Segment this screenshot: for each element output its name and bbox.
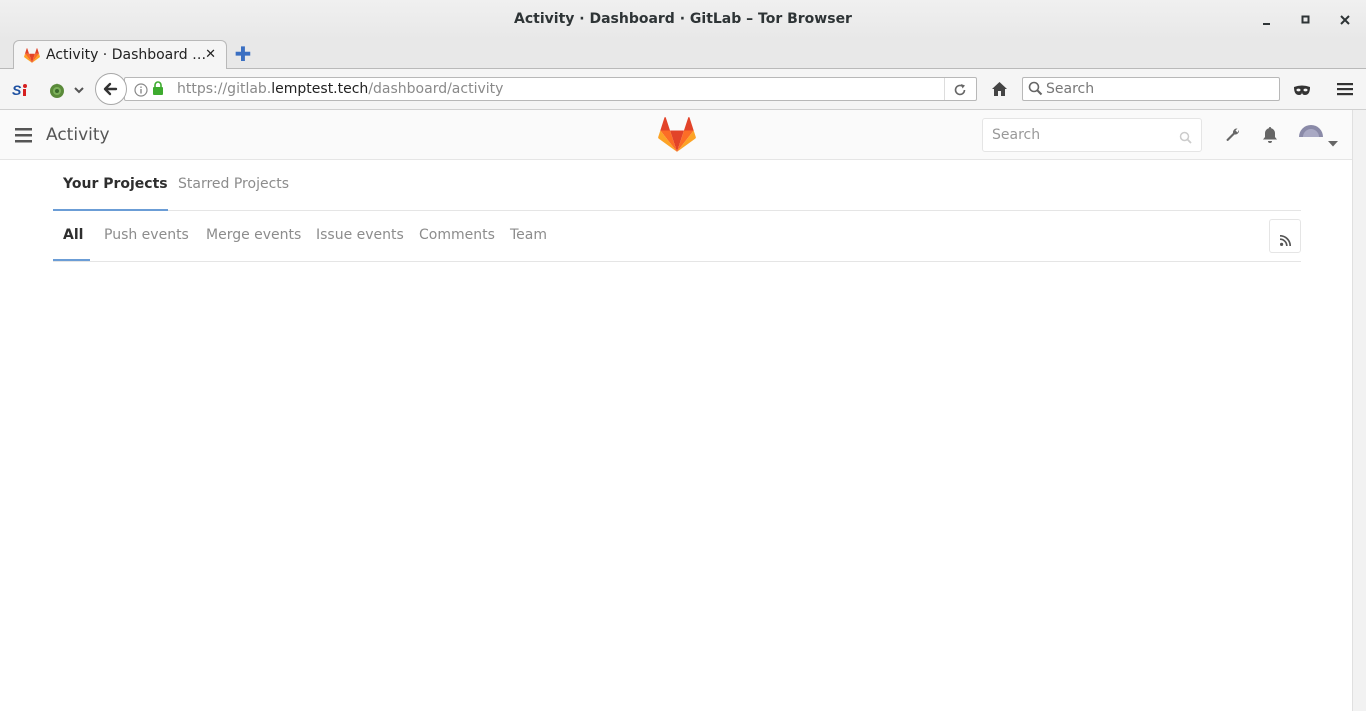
close-icon[interactable] — [1335, 10, 1355, 30]
admin-wrench-icon[interactable] — [1225, 127, 1241, 147]
window-title: Activity · Dashboard · GitLab – Tor Brow… — [514, 11, 852, 27]
arrow-left-icon — [103, 82, 118, 96]
private-mask-icon[interactable] — [1293, 82, 1311, 101]
chevron-down-icon[interactable] — [73, 82, 85, 101]
sidebar-toggle-icon[interactable] — [15, 128, 32, 147]
rss-icon — [1279, 231, 1292, 250]
gitlab-tanuki-icon — [24, 48, 40, 63]
svg-text:S: S — [12, 82, 22, 98]
maximize-icon[interactable] — [1296, 10, 1316, 30]
gitlab-search-placeholder: Search — [992, 127, 1041, 143]
tor-onion-icon[interactable] — [48, 81, 66, 103]
browser-search-placeholder: Search — [1046, 81, 1095, 97]
url-host: lemptest.tech — [271, 81, 369, 97]
browser-tab-label: Activity · Dashboard … — [46, 47, 207, 63]
active-tab-indicator — [53, 259, 90, 261]
browser-tab-active[interactable]: Activity · Dashboard … ✕ — [13, 40, 227, 70]
avatar[interactable] — [1298, 122, 1324, 141]
tab-merge-events[interactable]: Merge events — [206, 227, 301, 243]
search-icon — [1179, 129, 1192, 148]
url-text[interactable]: https://gitlab.lemptest.tech/dashboard/a… — [177, 81, 503, 97]
back-button[interactable] — [95, 73, 127, 105]
window-titlebar: Activity · Dashboard · GitLab – Tor Brow… — [0, 0, 1366, 40]
tab-strip: Activity · Dashboard … ✕ ✚ — [0, 40, 1366, 70]
tab-comments[interactable]: Comments — [419, 227, 495, 243]
url-path: /dashboard/activity — [368, 81, 504, 97]
tab-issue-events[interactable]: Issue events — [316, 227, 404, 243]
reload-icon[interactable] — [953, 82, 967, 101]
url-bar[interactable]: https://gitlab.lemptest.tech/dashboard/a… — [124, 77, 977, 101]
event-filter-tabs: All Push events Merge events Issue event… — [53, 211, 1301, 262]
lock-icon[interactable] — [152, 81, 164, 100]
caret-down-icon[interactable] — [1328, 132, 1338, 151]
hamburger-menu-icon[interactable] — [1336, 81, 1354, 101]
tab-all[interactable]: All — [63, 227, 83, 243]
tab-push-events[interactable]: Push events — [104, 227, 189, 243]
new-tab-icon[interactable]: ✚ — [234, 44, 252, 64]
tab-close-icon[interactable]: ✕ — [205, 47, 216, 62]
tab-your-projects[interactable]: Your Projects — [63, 176, 168, 192]
tab-team[interactable]: Team — [510, 227, 547, 243]
rss-feed-button[interactable] — [1269, 219, 1301, 253]
url-prefix: https://gitlab. — [177, 81, 272, 97]
browser-search-input[interactable]: Search — [1022, 77, 1280, 101]
info-icon[interactable] — [134, 82, 148, 101]
search-icon — [1028, 81, 1043, 100]
url-divider — [944, 78, 945, 100]
gitlab-search-input[interactable]: Search — [982, 118, 1202, 152]
gitlab-logo[interactable] — [658, 117, 696, 156]
nav-toolbar: S https://gitlab.lemptest.tech/dashboard… — [0, 69, 1366, 110]
notifications-bell-icon[interactable] — [1262, 126, 1278, 148]
tab-starred-projects[interactable]: Starred Projects — [178, 176, 289, 192]
page-scrollbar[interactable] — [1352, 110, 1366, 711]
gitlab-header: Activity Search — [0, 110, 1352, 160]
noscript-icon[interactable]: S — [11, 81, 29, 102]
project-tabs: Your Projects Starred Projects — [53, 160, 1301, 211]
page-title: Activity — [46, 125, 110, 145]
home-icon[interactable] — [991, 81, 1008, 101]
minimize-icon[interactable] — [1257, 10, 1277, 30]
